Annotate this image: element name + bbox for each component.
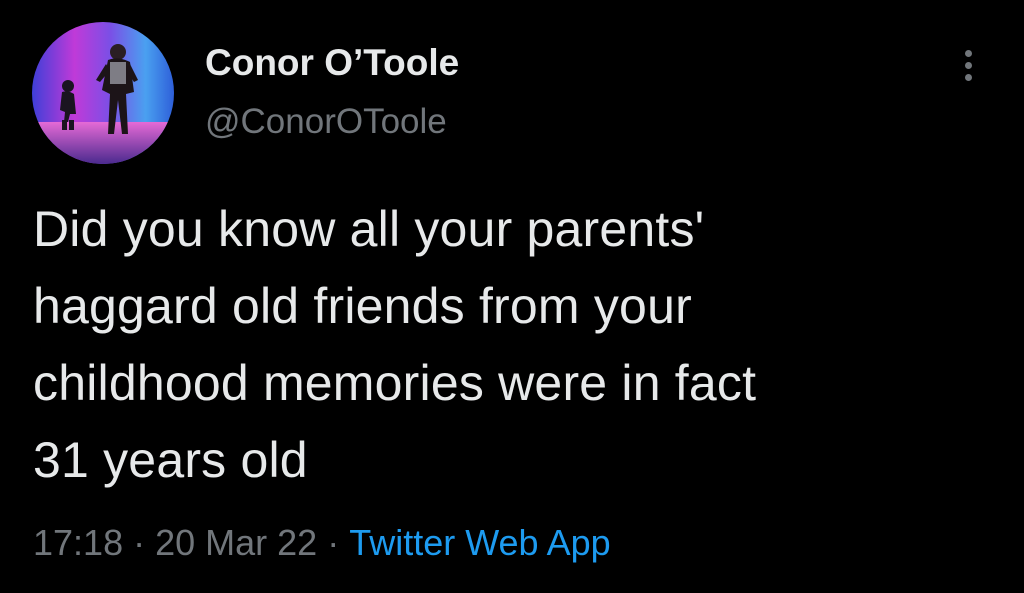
more-vertical-icon: [965, 74, 972, 81]
separator: ·: [133, 522, 146, 563]
more-options-button[interactable]: [946, 38, 992, 92]
author-display-name[interactable]: Conor O’Toole: [205, 40, 459, 86]
more-vertical-icon: [965, 50, 972, 57]
author-avatar[interactable]: [32, 22, 174, 164]
separator: ·: [327, 522, 340, 563]
tweet-metadata: 17:18 · 20 Mar 22 · Twitter Web App: [33, 520, 611, 566]
author-handle[interactable]: @ConorOToole: [205, 100, 459, 144]
profile-photo-icon: [32, 22, 174, 164]
tweet-source-link[interactable]: Twitter Web App: [349, 522, 610, 563]
tweet-card: Conor O’Toole @ConorOToole Did you know …: [0, 0, 1024, 593]
tweet-time[interactable]: 17:18: [33, 522, 123, 563]
tweet-text: Did you know all your parents' haggard o…: [33, 201, 757, 488]
author-info: Conor O’Toole @ConorOToole: [205, 40, 459, 144]
more-vertical-icon: [965, 62, 972, 69]
tweet-date[interactable]: 20 Mar 22: [155, 522, 317, 563]
